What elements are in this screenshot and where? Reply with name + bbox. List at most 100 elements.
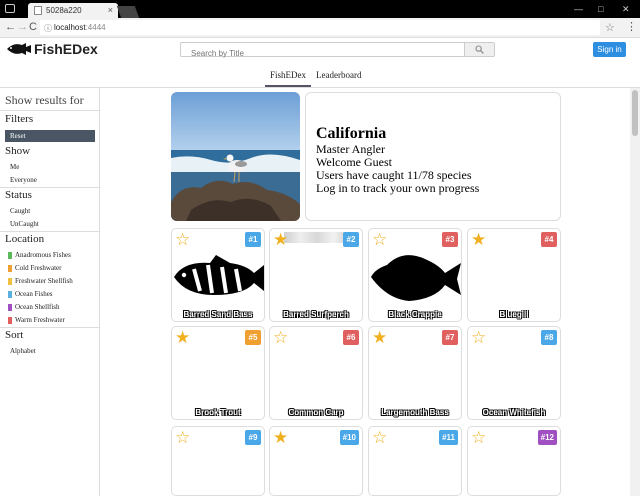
star-outline-icon[interactable]: ☆	[175, 231, 190, 248]
species-number-badge: #2	[343, 232, 359, 247]
url-port: :4444	[85, 23, 106, 32]
location-color-swatch	[8, 251, 12, 259]
fish-card[interactable]: ★ #5 Brook Trout	[171, 326, 265, 420]
star-filled-icon[interactable]: ★	[273, 429, 288, 446]
fish-name: Bluegill	[499, 310, 529, 319]
star-outline-icon[interactable]: ☆	[471, 329, 486, 346]
fish-card[interactable]: ★ #10	[269, 426, 363, 496]
star-filled-icon[interactable]: ★	[175, 329, 190, 346]
fish-name: Barred Sand Bass	[183, 310, 253, 319]
black-crappie-silhouette	[371, 255, 461, 301]
fish-card[interactable]: ☆ #1 Barred Sand Bass	[171, 228, 265, 322]
show-option-me[interactable]: Me	[10, 163, 19, 171]
fish-name: Barred Surfperch	[283, 310, 349, 319]
fish-name: Largemouth Bass	[381, 408, 449, 417]
species-number-badge: #1	[245, 232, 261, 247]
fish-card[interactable]: ★ #4 Bluegill	[467, 228, 561, 322]
location-heading: Location	[5, 233, 45, 245]
logo-text: FishEDex	[34, 41, 98, 57]
location-option[interactable]: Ocean Shellfish	[8, 303, 60, 311]
fish-card[interactable]: ☆ #9	[171, 426, 265, 496]
star-filled-icon[interactable]: ★	[273, 231, 288, 248]
region-title: California	[316, 125, 387, 142]
location-option[interactable]: Anadromous Fishes	[8, 251, 71, 259]
fish-name: Ocean Whitefish	[482, 408, 546, 417]
barred-sand-bass-silhouette	[174, 255, 264, 295]
status-option-uncaught[interactable]: UnCaught	[10, 220, 39, 228]
species-number-badge: #6	[343, 330, 359, 345]
fish-image-strip	[284, 232, 350, 243]
species-number-badge: #7	[442, 330, 458, 345]
login-prompt-text: Log in to track your own progress	[316, 181, 480, 195]
fish-card[interactable]: ☆ #6 Common Carp	[269, 326, 363, 420]
bookmark-star-icon[interactable]: ☆	[605, 21, 615, 34]
location-option[interactable]: Cold Freshwater	[8, 264, 61, 272]
reload-icon[interactable]: C	[29, 21, 37, 33]
tab-close-icon[interactable]: ×	[108, 5, 113, 15]
location-color-swatch	[8, 264, 12, 272]
location-option[interactable]: Ocean Fishes	[8, 290, 53, 298]
star-outline-icon[interactable]: ☆	[372, 231, 387, 248]
url-host: localhost	[54, 23, 86, 32]
fish-card[interactable]: ☆ #12	[467, 426, 561, 496]
divider	[0, 231, 100, 232]
scrollbar-thumb[interactable]	[632, 90, 638, 136]
url-field[interactable]: ⓘ localhost:4444	[40, 20, 600, 35]
search-button[interactable]	[464, 43, 494, 56]
location-label: Warm Freshwater	[15, 316, 65, 324]
search-input[interactable]	[181, 47, 466, 60]
minimize-icon[interactable]: —	[574, 4, 583, 14]
divider	[0, 327, 100, 328]
location-color-swatch	[8, 290, 12, 298]
search-icon	[475, 45, 484, 54]
info-icon: ⓘ	[44, 24, 52, 33]
location-label: Cold Freshwater	[15, 264, 62, 272]
star-filled-icon[interactable]: ★	[372, 329, 387, 346]
star-outline-icon[interactable]: ☆	[372, 429, 387, 446]
location-color-swatch	[8, 277, 12, 285]
star-outline-icon[interactable]: ☆	[273, 329, 288, 346]
new-tab-button[interactable]	[116, 6, 140, 18]
logo[interactable]: FishEDex	[6, 41, 98, 57]
filters-heading: Filters	[5, 113, 34, 125]
fish-card[interactable]: ☆ #8 Ocean Whitefish	[467, 326, 561, 420]
fish-name: Brook Trout	[195, 408, 241, 417]
species-number-badge: #4	[541, 232, 557, 247]
maximize-icon[interactable]: □	[598, 4, 603, 14]
region-summary-card: California Master Angler Welcome Guest U…	[305, 92, 561, 221]
forward-icon[interactable]: →	[17, 21, 28, 33]
sign-in-button[interactable]: Sign in	[593, 42, 626, 57]
tab-leaderboard[interactable]: Leaderboard	[316, 70, 361, 80]
fish-image	[172, 251, 264, 308]
tab-fishedex[interactable]: FishEDex	[270, 70, 306, 80]
window-close-icon[interactable]: ✕	[622, 4, 630, 15]
star-outline-icon[interactable]: ☆	[471, 429, 486, 446]
app-header: FishEDex Sign in	[0, 38, 640, 64]
star-outline-icon[interactable]: ☆	[175, 429, 190, 446]
location-label: Ocean Fishes	[15, 290, 53, 298]
browser-titlebar: 5028a220 × — □ ✕	[0, 0, 640, 18]
status-option-caught[interactable]: Caught	[10, 207, 30, 215]
browser-menu-icon[interactable]: ⋮	[626, 20, 637, 33]
fish-card[interactable]: ★ #2 Barred Surfperch	[269, 228, 363, 322]
show-option-everyone[interactable]: Everyone	[10, 176, 37, 184]
location-label: Freshwater Shellfish	[15, 277, 73, 285]
tab-title: 5028a220	[46, 6, 82, 15]
species-number-badge: #8	[541, 330, 557, 345]
page-scrollbar[interactable]	[630, 88, 640, 496]
show-heading: Show	[5, 145, 31, 157]
fish-card[interactable]: ★ #7 Largemouth Bass	[368, 326, 462, 420]
star-filled-icon[interactable]: ★	[471, 231, 486, 248]
divider	[0, 187, 100, 188]
reset-button[interactable]: Reset	[5, 130, 95, 142]
browser-app-icon	[5, 4, 15, 13]
fish-card[interactable]: ☆ #11	[368, 426, 462, 496]
fish-card[interactable]: ☆ #3 Black Crappie	[368, 228, 462, 322]
browser-tab[interactable]: 5028a220 ×	[28, 3, 118, 18]
location-option[interactable]: Freshwater Shellfish	[8, 277, 73, 285]
back-icon[interactable]: ←	[5, 21, 16, 33]
fish-name: Common Carp	[288, 408, 344, 417]
sort-option-alphabet[interactable]: Alphabet	[10, 347, 36, 355]
page-icon	[34, 6, 42, 15]
location-option[interactable]: Warm Freshwater	[8, 316, 65, 324]
